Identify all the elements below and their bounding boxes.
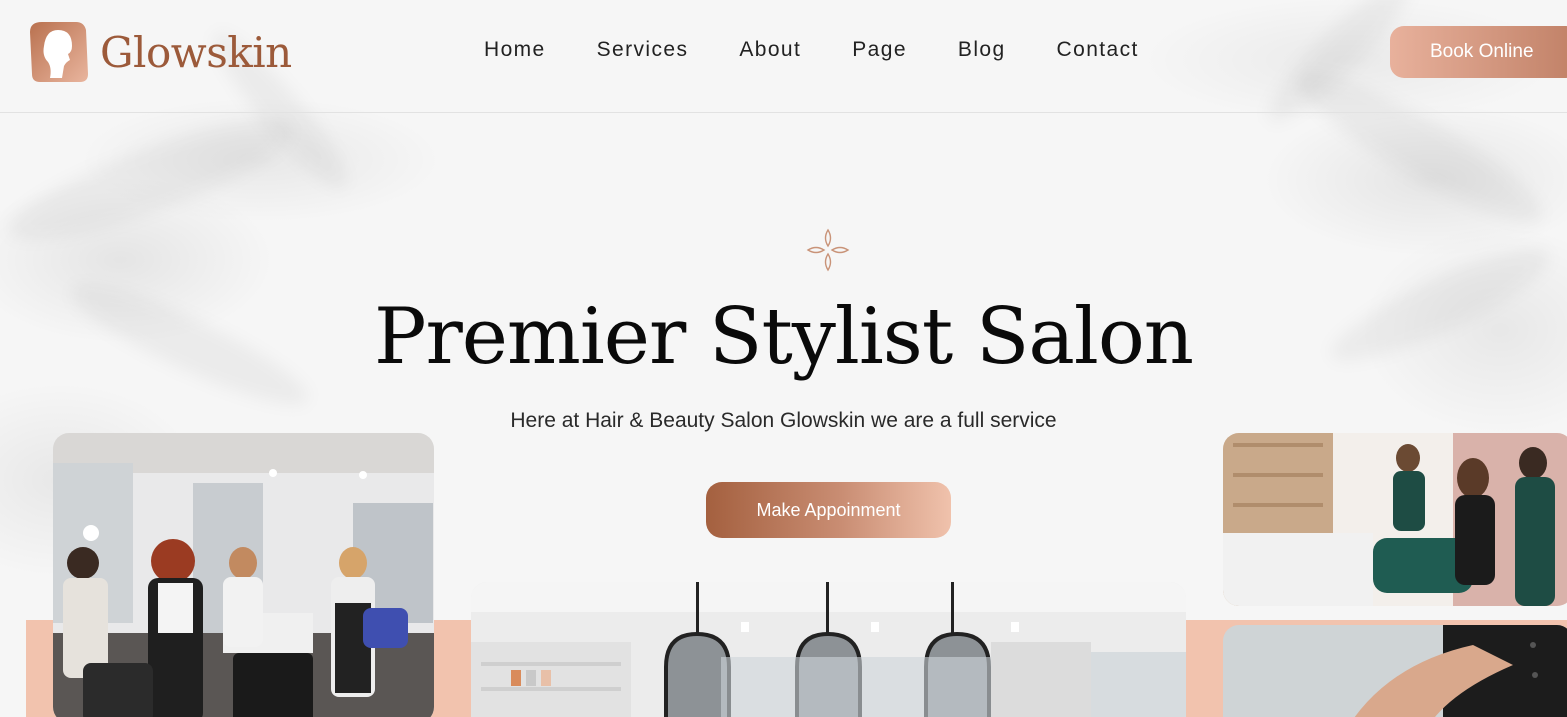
- hero-title: Premier Stylist Salon: [373, 292, 1194, 382]
- face-silhouette-logo-icon: [30, 22, 88, 82]
- main-nav: Home Services About Page Blog Contact: [484, 38, 1190, 62]
- site-header: Glowskin Home Services About Page Blog C…: [0, 0, 1567, 113]
- make-appointment-button[interactable]: Make Appoinment: [706, 482, 951, 538]
- nav-about[interactable]: About: [739, 38, 801, 62]
- nav-home[interactable]: Home: [484, 38, 546, 62]
- nav-contact[interactable]: Contact: [1057, 38, 1139, 62]
- nav-services[interactable]: Services: [597, 38, 689, 62]
- book-online-button[interactable]: Book Online: [1390, 26, 1567, 78]
- hero-subtitle: Here at Hair & Beauty Salon Glowskin we …: [510, 409, 1057, 432]
- four-petal-flower-icon: [806, 228, 850, 272]
- brand-logo[interactable]: Glowskin: [28, 18, 292, 86]
- salon-interior-stylists-photo: [53, 433, 434, 717]
- nav-page[interactable]: Page: [852, 38, 907, 62]
- brand-name: Glowskin: [100, 27, 292, 77]
- salon-mirrors-interior-photo: [471, 582, 1186, 717]
- nav-blog[interactable]: Blog: [958, 38, 1006, 62]
- stylists-client-photo: [1223, 433, 1567, 606]
- hand-treatment-photo: [1223, 625, 1567, 717]
